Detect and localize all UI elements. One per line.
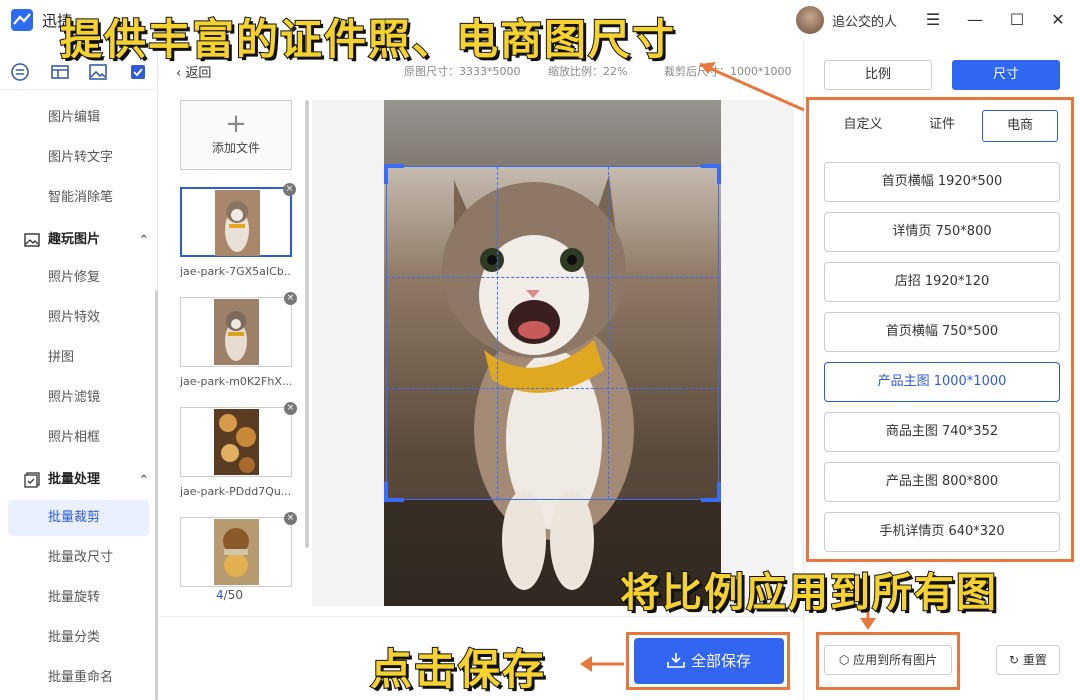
callout-bottom: 点击保存 <box>369 644 547 695</box>
callout-top: 提供丰富的证件照、电商图尺寸 <box>59 14 677 65</box>
callout-right: 将比例应用到所有图 <box>619 569 998 617</box>
